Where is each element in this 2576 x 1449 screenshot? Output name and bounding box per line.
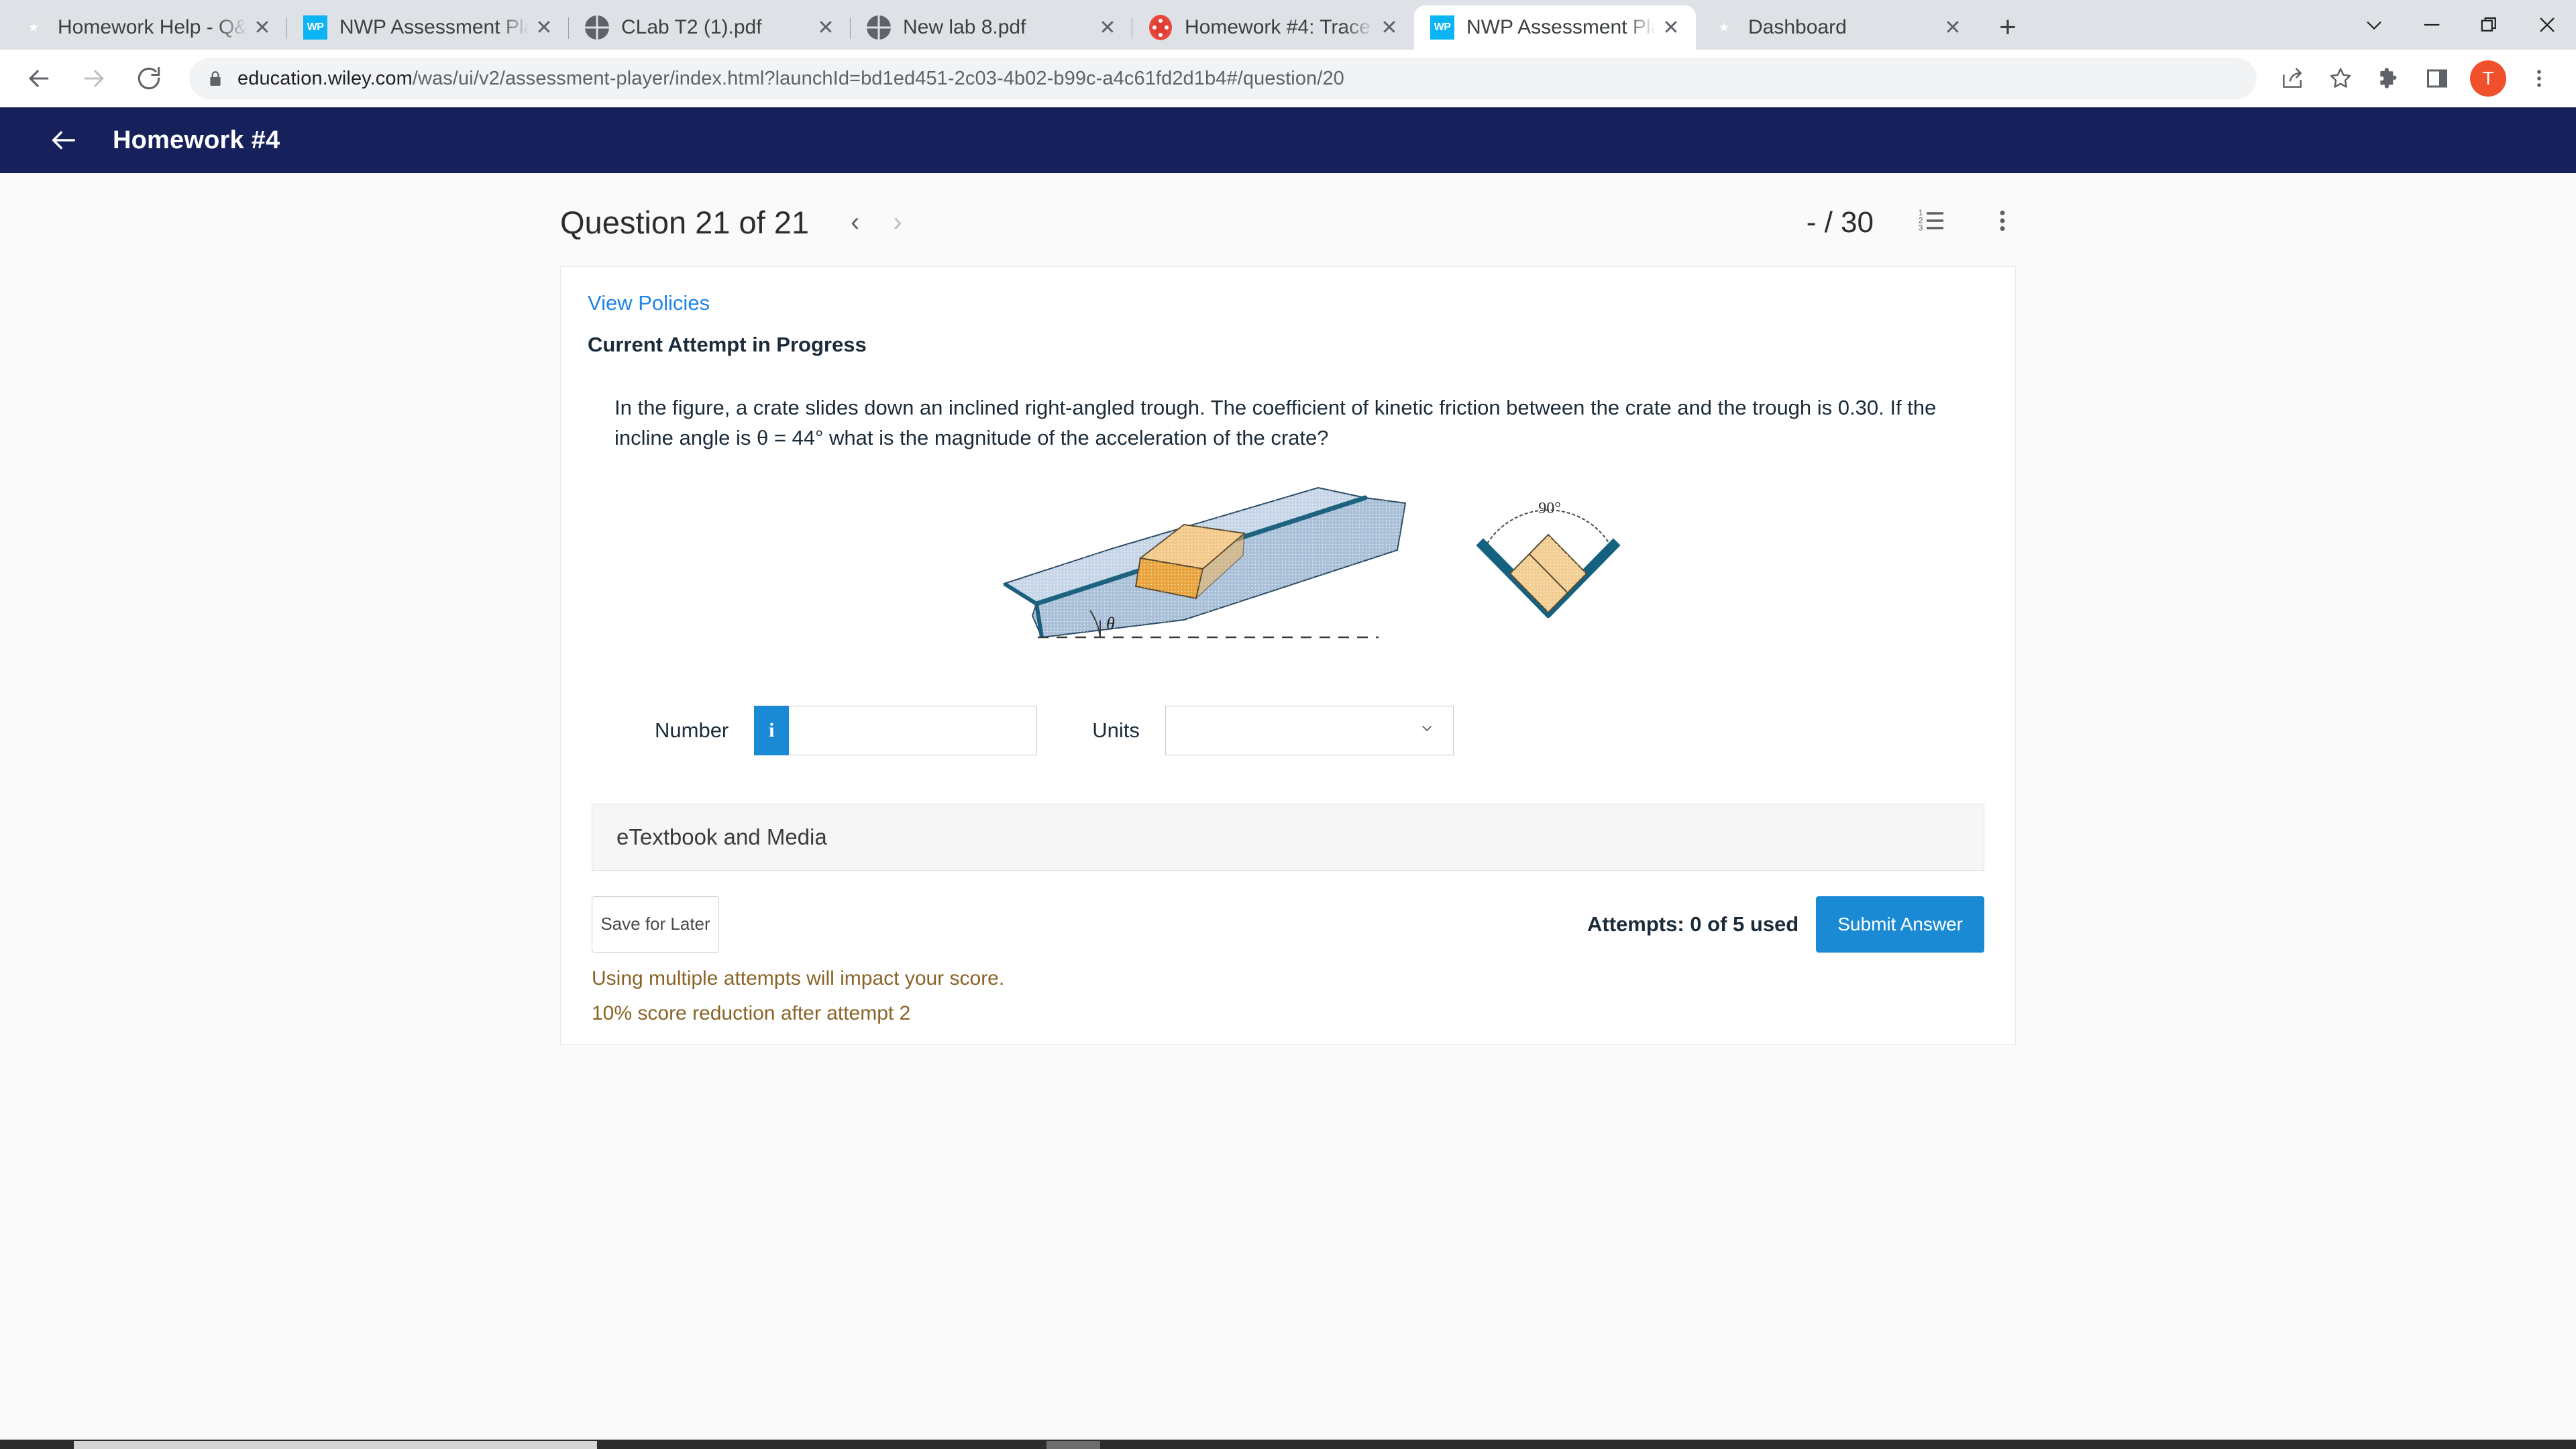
theta-label: θ <box>1106 614 1115 633</box>
question-header: Question 21 of 21 ‹ › - / 30 1 2 3 <box>560 173 2016 266</box>
tab-title: Homework Help - Q&A fro <box>58 16 247 38</box>
chevron-down-icon <box>1418 719 1436 741</box>
tab-close-button[interactable]: ✕ <box>1092 12 1123 43</box>
question-body: In the figure, a crate slides down an in… <box>561 357 2015 755</box>
number-input[interactable] <box>789 705 1038 755</box>
kebab-menu-icon[interactable] <box>2517 56 2561 101</box>
tab-close-button[interactable]: ✕ <box>1937 12 1968 43</box>
os-taskbar <box>0 1440 2576 1449</box>
etextbook-and-media-panel[interactable]: eTextbook and Media <box>592 803 1984 871</box>
back-icon[interactable] <box>15 54 63 103</box>
browser-tab-3[interactable]: New lab 8.pdf ✕ <box>851 5 1132 50</box>
bookmark-star-icon[interactable] <box>2318 56 2363 101</box>
browser-tab-1[interactable]: WP NWP Assessment Player U ✕ <box>287 5 569 50</box>
page-title: Homework #4 <box>113 125 280 154</box>
tab-close-button[interactable]: ✕ <box>247 12 278 43</box>
globe-icon <box>584 14 610 41</box>
cross-section-figure: 90° <box>1476 500 1621 619</box>
page-content: Homework #4 Question 21 of 21 ‹ › - / 30… <box>0 107 2576 1440</box>
inclined-trough-figure: θ <box>1002 486 1407 639</box>
tab-search-chevron-down-icon[interactable] <box>2345 0 2403 50</box>
attempt-warning-1: Using multiple attempts will impact your… <box>592 967 1005 989</box>
forward-icon[interactable] <box>70 54 118 103</box>
units-label: Units <box>1092 718 1140 742</box>
next-question-button[interactable]: › <box>893 207 902 237</box>
numbered-list-icon[interactable]: 1 2 3 <box>1917 206 1946 239</box>
url-text: education.wiley.com/was/ui/v2/assessment… <box>237 68 1344 90</box>
attempt-warning-2: 10% score reduction after attempt 2 <box>592 1002 911 1024</box>
url-host: education.wiley.com <box>237 67 413 89</box>
question-text: In the figure, a crate slides down an in… <box>614 396 1937 449</box>
shield-icon: ★ <box>20 14 47 41</box>
number-input-group: i <box>754 705 1038 755</box>
wiley-wp-icon: WP <box>1429 14 1456 41</box>
tab-strip: ★ Homework Help - Q&A fro ✕ WP NWP Asses… <box>0 0 2576 50</box>
save-for-later-button[interactable]: Save for Later <box>592 896 719 953</box>
new-tab-button[interactable]: + <box>1987 7 2029 48</box>
toolbar-icons: T <box>2270 56 2561 101</box>
shield-icon: ★ <box>1711 14 1737 41</box>
window-controls <box>2345 0 2576 50</box>
url-path: /was/ui/v2/assessment-player/index.html?… <box>412 67 1344 89</box>
previous-question-button[interactable]: ‹ <box>851 207 859 237</box>
wiley-wp-icon: WP <box>302 14 329 41</box>
tab-title: NWP Assessment Player U <box>1466 16 1656 38</box>
question-counter: Question 21 of 21 <box>560 205 810 240</box>
tab-title: NWP Assessment Player U <box>339 16 529 38</box>
number-label: Number <box>655 718 729 742</box>
tab-close-button[interactable]: ✕ <box>810 12 841 43</box>
canvas-icon <box>1147 14 1174 41</box>
tab-close-button[interactable]: ✕ <box>1374 12 1405 43</box>
extensions-puzzle-icon[interactable] <box>2367 56 2411 101</box>
attempt-status-label: Current Attempt in Progress <box>588 333 867 356</box>
taskbar-segment <box>74 1441 597 1449</box>
browser-tab-0[interactable]: ★ Homework Help - Q&A fro ✕ <box>5 5 287 50</box>
minimize-icon[interactable] <box>2403 0 2461 50</box>
question-card: View Policies Current Attempt in Progres… <box>560 266 2016 1044</box>
info-icon[interactable]: i <box>754 705 790 755</box>
units-select[interactable] <box>1165 705 1454 755</box>
close-icon[interactable] <box>2518 0 2576 50</box>
browser-tab-4[interactable]: Homework #4: Trace Arnol ✕ <box>1132 5 1414 50</box>
address-bar[interactable]: education.wiley.com/was/ui/v2/assessment… <box>189 58 2257 99</box>
profile-avatar[interactable]: T <box>2470 60 2506 97</box>
share-icon[interactable] <box>2270 56 2314 101</box>
browser-tab-2[interactable]: CLab T2 (1).pdf ✕ <box>569 5 851 50</box>
browser-window: ★ Homework Help - Q&A fro ✕ WP NWP Asses… <box>0 0 2576 1449</box>
svg-text:3: 3 <box>1919 223 1923 233</box>
back-arrow-icon[interactable] <box>48 125 79 156</box>
submit-group: Attempts: 0 of 5 used Submit Answer <box>1587 896 1984 953</box>
globe-icon <box>865 14 892 41</box>
tab-close-button[interactable]: ✕ <box>529 12 559 43</box>
kebab-menu-icon[interactable] <box>1989 207 2016 237</box>
assessment-header-bar: Homework #4 <box>0 107 2576 173</box>
maximize-icon[interactable] <box>2461 0 2518 50</box>
view-policies-link[interactable]: View Policies <box>561 267 2015 315</box>
figure-container: θ 90° <box>614 476 1982 644</box>
tab-title: Homework #4: Trace Arnol <box>1185 16 1374 38</box>
taskbar-segment <box>1046 1441 1100 1449</box>
angle-90-label: 90° <box>1538 500 1561 517</box>
browser-tab-6[interactable]: ★ Dashboard ✕ <box>1696 5 1978 50</box>
score-display: - / 30 <box>1806 205 1874 239</box>
answer-input-row: Number i Units <box>614 671 1982 755</box>
browser-toolbar: education.wiley.com/was/ui/v2/assessment… <box>0 50 2576 107</box>
tab-title: Dashboard <box>1748 16 1847 38</box>
attempts-counter: Attempts: 0 of 5 used <box>1587 912 1799 936</box>
tab-title: CLab T2 (1).pdf <box>621 16 762 38</box>
tab-title: New lab 8.pdf <box>903 16 1026 38</box>
question-header-right: - / 30 1 2 3 <box>1807 206 2016 239</box>
action-row: Save for Later Attempts: 0 of 5 used Sub… <box>592 896 1984 953</box>
side-panel-icon[interactable] <box>2415 56 2459 101</box>
browser-tab-5-active[interactable]: WP NWP Assessment Player U ✕ <box>1414 5 1696 50</box>
submit-answer-button[interactable]: Submit Answer <box>1816 896 1984 953</box>
reload-icon[interactable] <box>125 54 173 103</box>
tab-close-button[interactable]: ✕ <box>1656 12 1686 43</box>
lock-icon <box>207 70 224 87</box>
question-navigation: ‹ › <box>851 207 902 237</box>
